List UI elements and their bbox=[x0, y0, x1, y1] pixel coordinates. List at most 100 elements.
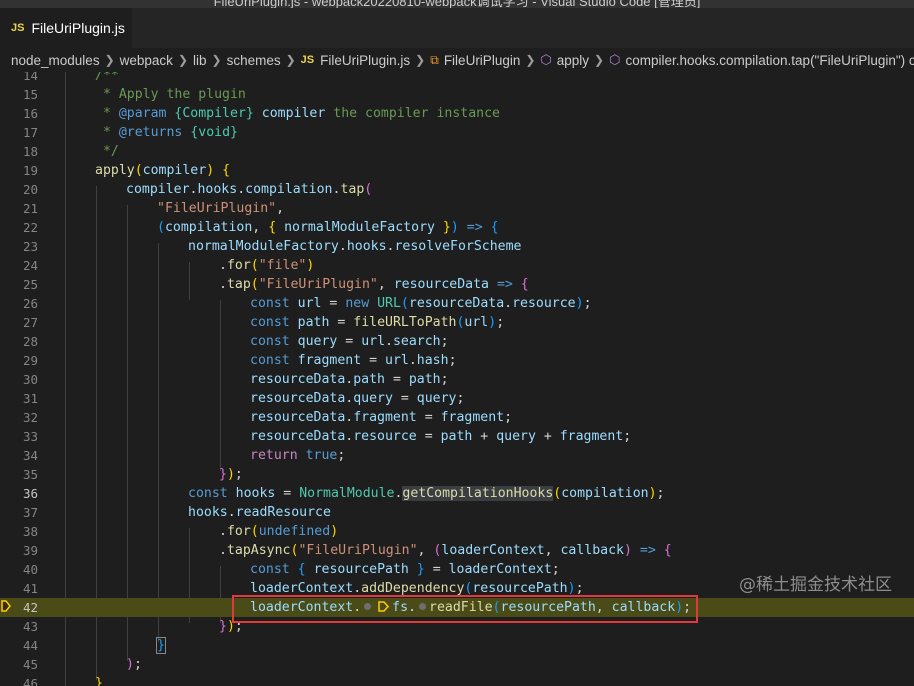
tab-fileuriplugin[interactable]: JS FileUriPlugin.js bbox=[0, 8, 132, 48]
code-text: const url = new URL(resourceData.resourc… bbox=[250, 296, 592, 311]
breadcrumb-file[interactable]: JS FileUriPlugin.js bbox=[301, 53, 411, 68]
breadcrumb-callback[interactable]: ⬡ compiler.hooks.compilation.tap("FileUr… bbox=[609, 52, 914, 68]
code-text: */ bbox=[95, 144, 119, 159]
breadcrumb-file-label: FileUriPlugin.js bbox=[320, 52, 411, 68]
code-text: .tapAsync("FileUriPlugin", (loaderContex… bbox=[219, 543, 672, 558]
breadcrumb-node-modules[interactable]: node_modules bbox=[11, 53, 100, 68]
line-number: 32 bbox=[22, 410, 38, 425]
chevron-right-icon: ❯ bbox=[211, 53, 222, 67]
line-number: 21 bbox=[22, 201, 38, 216]
code-text: resourceData.fragment = fragment; bbox=[250, 410, 513, 425]
code-text: const fragment = url.hash; bbox=[250, 353, 457, 368]
code-line: 20 compiler.hooks.compilation.tap( bbox=[0, 180, 914, 199]
code-text: compiler.hooks.compilation.tap( bbox=[126, 182, 373, 197]
code-text: return true; bbox=[250, 448, 346, 463]
line-number: 19 bbox=[22, 163, 38, 178]
chevron-right-icon: ❯ bbox=[285, 53, 296, 67]
line-number: 43 bbox=[22, 619, 38, 634]
code-text: resourceData.query = query; bbox=[250, 391, 465, 406]
code-line: 23 normalModuleFactory.hooks.resolveForS… bbox=[0, 237, 914, 256]
code-line: 44 } bbox=[0, 636, 914, 655]
line-number: 31 bbox=[22, 391, 38, 406]
line-number: 41 bbox=[22, 581, 38, 596]
code-text: .tap("FileUriPlugin", resourceData => { bbox=[219, 277, 529, 292]
line-number: 14 bbox=[22, 72, 38, 83]
code-line: 14 /** bbox=[0, 72, 914, 85]
chevron-right-icon: ❯ bbox=[177, 53, 188, 67]
code-line: 18 */ bbox=[0, 142, 914, 161]
line-number: 35 bbox=[22, 467, 38, 482]
code-line: 19 apply(compiler) { bbox=[0, 161, 914, 180]
line-number: 46 bbox=[22, 676, 38, 686]
code-text: normalModuleFactory.hooks.resolveForSche… bbox=[188, 239, 522, 254]
line-number: 25 bbox=[22, 277, 38, 292]
line-number: 39 bbox=[22, 543, 38, 558]
code-line: 29 const fragment = url.hash; bbox=[0, 351, 914, 370]
chevron-right-icon: ❯ bbox=[594, 53, 605, 67]
chevron-right-icon: ❯ bbox=[525, 53, 536, 67]
line-number: 30 bbox=[22, 372, 38, 387]
breadcrumb-webpack[interactable]: webpack bbox=[120, 53, 173, 68]
line-number: 23 bbox=[22, 239, 38, 254]
code-line: 30 resourceData.path = path; bbox=[0, 370, 914, 389]
method-symbol-icon: ⬡ bbox=[540, 52, 552, 67]
code-text: const path = fileURLToPath(url); bbox=[250, 315, 505, 330]
code-line: 24 .for("file") bbox=[0, 256, 914, 275]
breadcrumb-class[interactable]: ⧉ FileUriPlugin bbox=[430, 53, 520, 68]
line-number: 34 bbox=[22, 448, 38, 463]
code-text: const query = url.search; bbox=[250, 334, 449, 349]
breakpoint-paused-icon[interactable] bbox=[1, 600, 11, 612]
tab-label: FileUriPlugin.js bbox=[31, 20, 125, 36]
code-text: apply(compiler) { bbox=[95, 163, 231, 178]
code-text: * @param {Compiler} compiler the compile… bbox=[95, 106, 500, 121]
code-line: 16 * @param {Compiler} compiler the comp… bbox=[0, 104, 914, 123]
code-text: const { resourcePath } = loaderContext; bbox=[250, 562, 560, 577]
breadcrumb-lib[interactable]: lib bbox=[193, 53, 207, 68]
line-number: 24 bbox=[22, 258, 38, 273]
line-number: 29 bbox=[22, 353, 38, 368]
window-title-bar: FileUriPlugin.js - webpack20220810-webpa… bbox=[0, 0, 914, 8]
breadcrumb-method[interactable]: ⬡ apply bbox=[540, 52, 589, 68]
chevron-right-icon: ❯ bbox=[415, 53, 426, 67]
code-line: 15 * Apply the plugin bbox=[0, 85, 914, 104]
line-number: 20 bbox=[22, 182, 38, 197]
line-number: 26 bbox=[22, 296, 38, 311]
line-number: 28 bbox=[22, 334, 38, 349]
line-number: 17 bbox=[22, 125, 38, 140]
code-line: 25 .tap("FileUriPlugin", resourceData =>… bbox=[0, 275, 914, 294]
breadcrumb-callback-label: compiler.hooks.compilation.tap("FileUriP… bbox=[625, 52, 914, 68]
window-title: FileUriPlugin.js - webpack20220810-webpa… bbox=[213, 0, 701, 8]
line-number: 15 bbox=[22, 87, 38, 102]
code-text: hooks.readResource bbox=[188, 505, 331, 520]
code-line: 31 resourceData.query = query; bbox=[0, 389, 914, 408]
line-number: 22 bbox=[22, 220, 38, 235]
code-line: 39 .tapAsync("FileUriPlugin", (loaderCon… bbox=[0, 541, 914, 560]
code-line: 27 const path = fileURLToPath(url); bbox=[0, 313, 914, 332]
javascript-file-icon: JS bbox=[300, 54, 315, 66]
javascript-file-icon: JS bbox=[11, 22, 25, 34]
code-text: }); bbox=[219, 467, 243, 482]
code-text: * @returns {void} bbox=[95, 125, 238, 140]
code-line: 26 const url = new URL(resourceData.reso… bbox=[0, 294, 914, 313]
code-text: * Apply the plugin bbox=[95, 87, 246, 102]
breadcrumb-class-label: FileUriPlugin bbox=[443, 52, 521, 68]
method-symbol-icon: ⬡ bbox=[609, 52, 621, 67]
code-line: 28 const query = url.search; bbox=[0, 332, 914, 351]
code-text: .for(undefined) bbox=[219, 524, 339, 539]
code-line: 33 resourceData.resource = path + query … bbox=[0, 427, 914, 446]
code-line: 45 ); bbox=[0, 655, 914, 674]
breadcrumb-schemes[interactable]: schemes bbox=[227, 53, 281, 68]
code-line: 35 }); bbox=[0, 465, 914, 484]
line-number: 45 bbox=[22, 657, 38, 672]
line-number: 18 bbox=[22, 144, 38, 159]
code-line: 38 .for(undefined) bbox=[0, 522, 914, 541]
breadcrumb-method-label: apply bbox=[556, 52, 590, 68]
code-text: resourceData.resource = path + query + f… bbox=[250, 429, 632, 444]
code-text: .for("file") bbox=[219, 258, 315, 273]
code-text: /** bbox=[95, 72, 119, 83]
code-text: const hooks = NormalModule.getCompilatio… bbox=[188, 486, 665, 501]
code-line: 21 "FileUriPlugin", bbox=[0, 199, 914, 218]
breadcrumb: node_modules ❯ webpack ❯ lib ❯ schemes ❯… bbox=[0, 48, 914, 72]
code-line: 32 resourceData.fragment = fragment; bbox=[0, 408, 914, 427]
code-line: 17 * @returns {void} bbox=[0, 123, 914, 142]
